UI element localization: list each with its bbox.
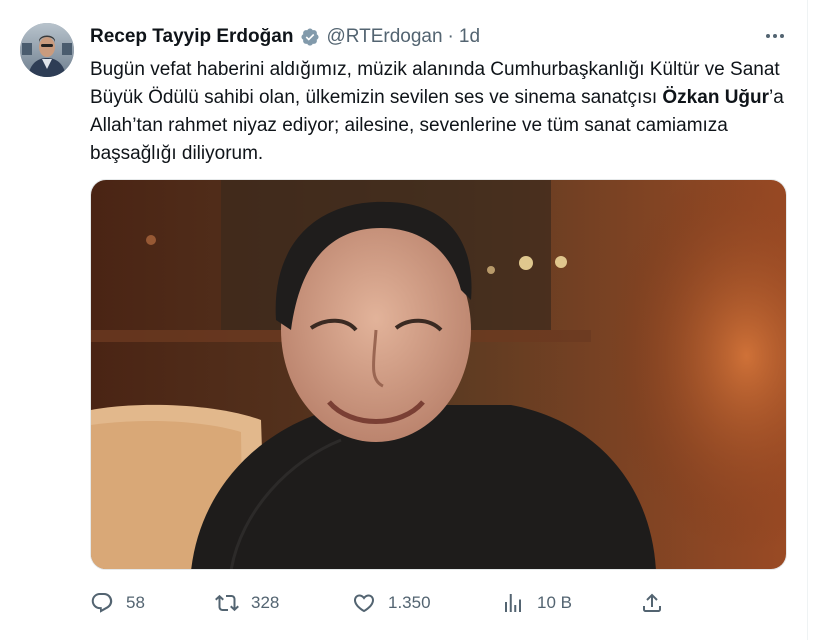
tweet-actions: 58 328 1.350 10 B: [90, 588, 690, 618]
like-count: 1.350: [388, 593, 431, 612]
separator-dot: ·: [447, 26, 454, 47]
divider: [807, 0, 808, 640]
like-icon: [353, 594, 375, 613]
views-icon: [505, 594, 521, 612]
share-button[interactable]: [640, 588, 664, 618]
author-name[interactable]: Recep Tayyip Erdoğan: [90, 26, 293, 48]
tweet-photo[interactable]: [90, 179, 787, 570]
tweet-text: Bugün vefat haberini aldığımız, müzik al…: [90, 56, 790, 168]
reply-icon: [91, 593, 113, 613]
author-handle[interactable]: @RTErdogan: [326, 26, 442, 48]
reply-button[interactable]: 58: [90, 588, 145, 618]
retweet-button[interactable]: 328: [215, 588, 279, 618]
tweet-text-bold[interactable]: Özkan Uğur: [662, 87, 769, 108]
avatar[interactable]: [20, 23, 74, 77]
retweet-count: 328: [251, 593, 280, 612]
more-icon[interactable]: [762, 26, 788, 46]
views-count: 10 B: [537, 593, 572, 612]
share-icon: [643, 593, 661, 612]
verified-badge-icon[interactable]: [300, 27, 320, 47]
tweet-header: Recep Tayyip Erdoğan @RTErdogan · 1d: [90, 24, 480, 50]
timestamp[interactable]: 1d: [459, 26, 480, 48]
like-button[interactable]: 1.350: [352, 588, 431, 618]
tweet-card[interactable]: Recep Tayyip Erdoğan @RTErdogan · 1d Bug…: [0, 0, 820, 640]
reply-count: 58: [126, 593, 145, 612]
retweet-icon: [215, 594, 239, 612]
views-button[interactable]: 10 B: [501, 588, 572, 618]
